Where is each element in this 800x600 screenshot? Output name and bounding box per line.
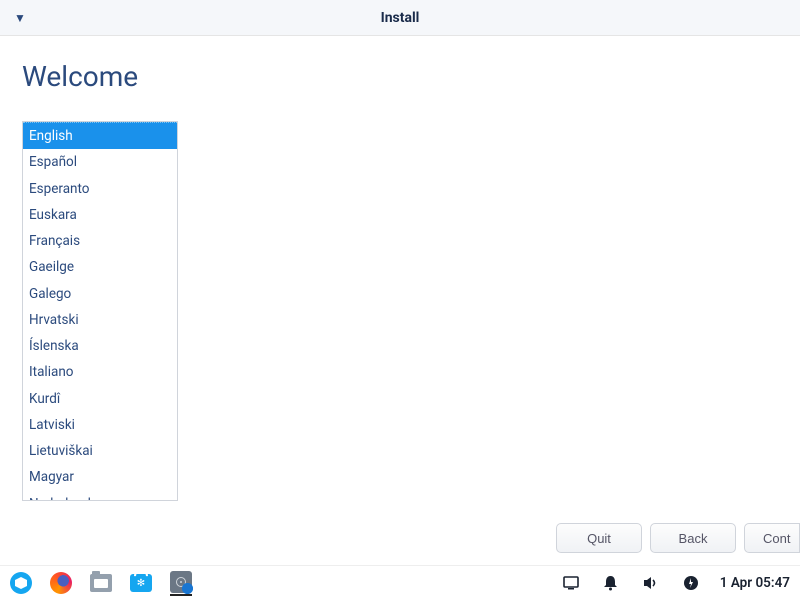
language-option[interactable]: Íslenska (23, 333, 177, 359)
quit-button[interactable]: Quit (556, 523, 642, 553)
start-menu-icon[interactable] (10, 572, 32, 594)
language-option[interactable]: Hrvatski (23, 307, 177, 333)
taskbar: 1 Apr 05:47 (0, 565, 800, 600)
language-option[interactable]: Français (23, 228, 177, 254)
volume-icon[interactable] (640, 572, 662, 594)
taskbar-right: 1 Apr 05:47 (560, 572, 790, 594)
window-title: Install (381, 10, 420, 26)
taskbar-left (10, 572, 192, 594)
back-button[interactable]: Back (650, 523, 736, 553)
desktop-show-icon[interactable] (560, 572, 582, 594)
titlebar: ▼ Install (0, 0, 800, 36)
language-option[interactable]: Lietuviškai (23, 438, 177, 464)
language-list[interactable]: EnglishEspañolEsperantoEuskaraFrançaisGa… (22, 121, 178, 501)
files-icon[interactable] (90, 572, 112, 594)
page-heading: Welcome (22, 60, 778, 93)
language-option[interactable]: Magyar (23, 464, 177, 490)
language-option[interactable]: Euskara (23, 202, 177, 228)
notifications-icon[interactable] (600, 572, 622, 594)
software-store-icon[interactable] (130, 572, 152, 594)
language-option[interactable]: Gaeilge (23, 254, 177, 280)
installer-taskbar-icon[interactable] (170, 574, 192, 596)
language-option[interactable]: Galego (23, 281, 177, 307)
power-icon[interactable] (680, 572, 702, 594)
window-menu-icon[interactable]: ▼ (14, 11, 26, 25)
button-row: Quit Back Cont (556, 523, 800, 565)
install-window: ▼ Install Welcome EnglishEspañolEsperant… (0, 0, 800, 565)
continue-button[interactable]: Cont (744, 523, 800, 553)
language-option[interactable]: Latviski (23, 412, 177, 438)
language-option[interactable]: Nederlands (23, 491, 177, 502)
language-option[interactable]: Italiano (23, 359, 177, 385)
language-option[interactable]: English (23, 122, 177, 149)
content-area: Welcome EnglishEspañolEsperantoEuskaraFr… (0, 36, 800, 565)
language-option[interactable]: Esperanto (23, 176, 177, 202)
clock[interactable]: 1 Apr 05:47 (720, 575, 790, 591)
firefox-icon[interactable] (50, 572, 72, 594)
language-option[interactable]: Español (23, 149, 177, 175)
language-option[interactable]: Kurdî (23, 386, 177, 412)
